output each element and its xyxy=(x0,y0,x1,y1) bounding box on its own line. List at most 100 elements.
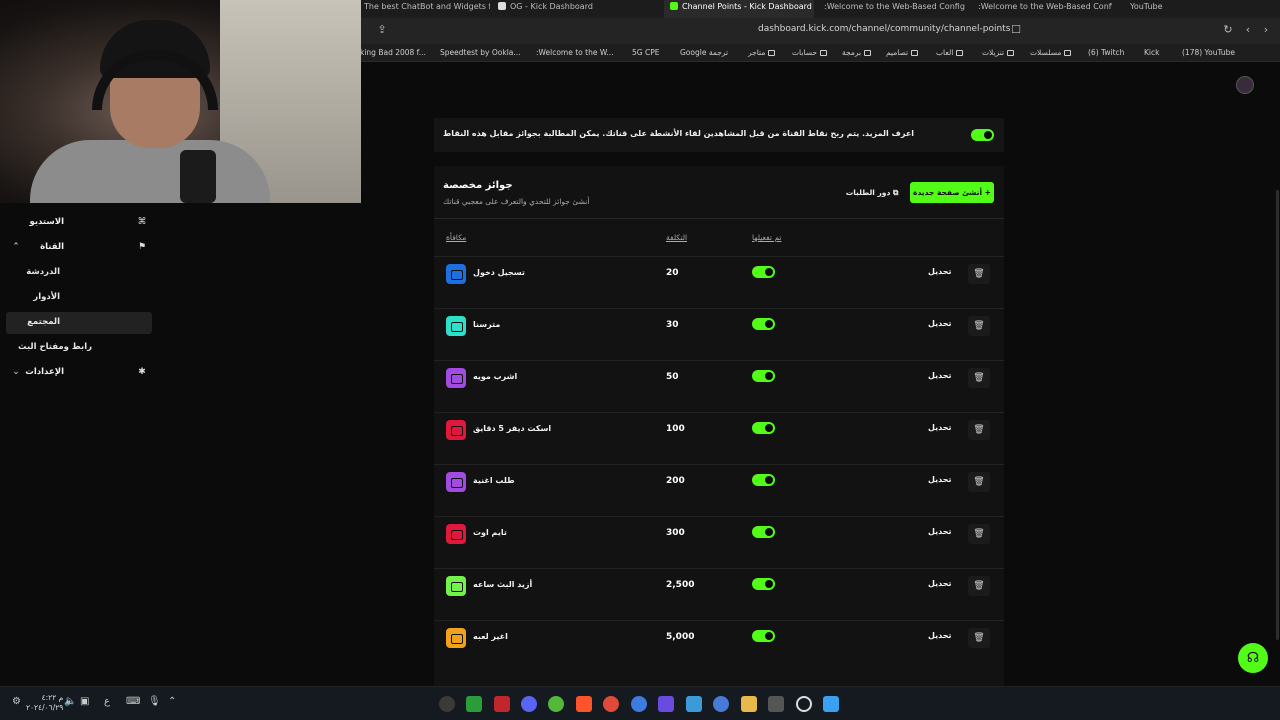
bookmark-item[interactable]: (6) Twitch xyxy=(1088,48,1124,57)
reward-enabled-toggle[interactable] xyxy=(752,630,775,642)
request-queue-button[interactable]: دور الطلبات ⧉ xyxy=(842,182,902,203)
reward-row: مترسنا 30 تحديل 🗑 xyxy=(434,308,1004,360)
bookmark-folder[interactable]: العاب xyxy=(936,48,964,57)
sidebar-item-channel[interactable]: ⚑ القناة ⌃ xyxy=(6,237,152,259)
bookmark-icon[interactable]: ☐ xyxy=(1010,24,1022,36)
reward-row: تسجيل دخول 20 تحديل 🗑 xyxy=(434,256,1004,308)
obs-icon[interactable] xyxy=(439,696,455,712)
chrome-profile-icon[interactable] xyxy=(631,696,647,712)
edit-reward-button[interactable]: تحديل xyxy=(928,371,952,380)
chrome-icon[interactable] xyxy=(603,696,619,712)
share-icon[interactable]: ⇪ xyxy=(376,24,388,36)
chat-app-icon[interactable] xyxy=(548,696,564,712)
microphone-icon[interactable]: 🎙 xyxy=(148,696,161,707)
file-explorer-icon[interactable] xyxy=(741,696,757,712)
webcam-microphone xyxy=(180,150,216,203)
trash-icon[interactable]: 🗑 xyxy=(968,420,990,440)
sidebar-item-settings[interactable]: ✱ الإعدادات ⌄ xyxy=(6,362,152,384)
brave-icon[interactable] xyxy=(576,696,592,712)
sidebar-item-studio[interactable]: ⌘ الاستديو xyxy=(6,212,152,234)
trash-icon[interactable]: 🗑 xyxy=(968,524,990,544)
tab-favicon-icon xyxy=(498,2,506,10)
bookmark-item[interactable]: Kick xyxy=(1144,48,1159,57)
discord-icon[interactable] xyxy=(521,696,537,712)
edit-reward-button[interactable]: تحديل xyxy=(928,631,952,640)
column-header-reward[interactable]: مكافأة xyxy=(446,233,466,242)
back-icon[interactable]: ‹ xyxy=(1242,24,1254,36)
reward-enabled-toggle[interactable] xyxy=(752,422,775,434)
tab-web-config-2[interactable]: :Welcome to the Web-Based Config xyxy=(976,0,1112,18)
tab-og-dashboard[interactable]: OG - Kick Dashboard xyxy=(492,0,642,18)
trash-icon[interactable]: 🗑 xyxy=(968,628,990,648)
task-view-icon[interactable] xyxy=(768,696,784,712)
trash-icon[interactable]: 🗑 xyxy=(968,368,990,388)
edit-reward-button[interactable]: تحديل xyxy=(928,423,952,432)
webcam-overlay xyxy=(0,0,361,203)
forward-icon[interactable]: › xyxy=(1260,24,1272,36)
bookmark-item[interactable]: :Welcome to the W... xyxy=(536,48,614,57)
bookmark-item[interactable]: Google ترجمة xyxy=(680,48,728,57)
sidebar-item-chat[interactable]: الدردشة xyxy=(6,262,152,284)
edit-reward-button[interactable]: تحديل xyxy=(928,319,952,328)
edit-reward-button[interactable]: تحديل xyxy=(928,527,952,536)
page-scrollbar[interactable] xyxy=(1276,190,1279,640)
reward-enabled-toggle[interactable] xyxy=(752,578,775,590)
sidebar-item-community[interactable]: المجتمع xyxy=(6,312,152,334)
sidebar-item-stream-key[interactable]: رابط ومفتاح البث xyxy=(6,337,152,359)
bookmark-folder[interactable]: مسلسلات xyxy=(1030,48,1072,57)
edit-reward-button[interactable]: تحديل xyxy=(928,475,952,484)
vs-icon[interactable] xyxy=(658,696,674,712)
trash-icon[interactable]: 🗑 xyxy=(968,264,990,284)
trash-icon[interactable]: 🗑 xyxy=(968,576,990,596)
taskbar-clock[interactable]: م ٤:٢٢ ٢٠٢٤/٠٦/٢٩ xyxy=(26,693,63,713)
support-chat-icon[interactable]: ☊ xyxy=(1238,643,1268,673)
tab-youtube[interactable]: YouTube xyxy=(1128,0,1228,18)
reload-icon[interactable]: ↻ xyxy=(1222,24,1234,36)
tab-channel-points[interactable]: Channel Points - Kick Dashboard xyxy=(664,0,814,18)
keyboard-icon[interactable]: ⌨ xyxy=(126,696,140,707)
url-field[interactable]: dashboard.kick.com/channel/community/cha… xyxy=(758,24,1010,34)
reward-name: طلب اغنية xyxy=(473,476,515,485)
reward-tile-icon xyxy=(446,316,466,336)
reward-enabled-toggle[interactable] xyxy=(752,370,775,382)
tab-chatbot[interactable]: The best ChatBot and Widgets for Ki xyxy=(362,0,490,18)
reward-tile-icon xyxy=(446,264,466,284)
edit-reward-button[interactable]: تحديل xyxy=(928,267,952,276)
netflix-icon[interactable] xyxy=(494,696,510,712)
reward-enabled-toggle[interactable] xyxy=(752,266,775,278)
windows-start-icon[interactable] xyxy=(823,696,839,712)
create-reward-button[interactable]: أنشئ صفحة جديدة + xyxy=(910,182,994,203)
bookmark-folder[interactable]: برمجة xyxy=(842,48,872,57)
reward-enabled-toggle[interactable] xyxy=(752,526,775,538)
channel-points-toggle[interactable] xyxy=(971,129,994,141)
chevron-up-icon[interactable]: ⌃ xyxy=(10,242,22,252)
language-icon[interactable]: ع xyxy=(104,696,110,707)
reward-enabled-toggle[interactable] xyxy=(752,318,775,330)
reward-enabled-toggle[interactable] xyxy=(752,474,775,486)
play-app-icon[interactable] xyxy=(466,696,482,712)
edge-icon[interactable] xyxy=(713,696,729,712)
chevron-down-icon[interactable]: ⌄ xyxy=(10,367,22,377)
user-avatar[interactable] xyxy=(1236,76,1254,94)
reward-cost: 200 xyxy=(666,476,685,486)
bookmark-folder[interactable]: حسابات xyxy=(792,48,828,57)
bookmark-item[interactable]: king Bad 2008 f... xyxy=(360,48,426,57)
trash-icon[interactable]: 🗑 xyxy=(968,316,990,336)
edit-reward-button[interactable]: تحديل xyxy=(928,579,952,588)
bookmark-folder[interactable]: تنزيلات xyxy=(982,48,1015,57)
tray-overflow-icon[interactable]: ⌃ xyxy=(168,696,176,707)
network-icon[interactable]: ▣ xyxy=(80,696,89,707)
app-icon[interactable] xyxy=(686,696,702,712)
volume-icon[interactable]: 🔈 xyxy=(64,696,76,707)
bookmark-item[interactable]: (178) YouTube xyxy=(1182,48,1235,57)
sidebar-item-roles[interactable]: الأدوار xyxy=(6,287,152,309)
bookmark-folder[interactable]: تصاميم xyxy=(886,48,919,57)
bookmark-item[interactable]: Speedtest by Ookla... xyxy=(440,48,521,57)
tab-web-config-1[interactable]: :Welcome to the Web-Based Config xyxy=(822,0,968,18)
trash-icon[interactable]: 🗑 xyxy=(968,472,990,492)
bookmark-item[interactable]: 5G CPE xyxy=(632,48,659,57)
bookmark-folder[interactable]: متاجر xyxy=(748,48,776,57)
column-header-cost[interactable]: التكلفة xyxy=(666,233,687,242)
search-icon[interactable] xyxy=(796,696,812,712)
settings-tray-icon[interactable]: ⚙ xyxy=(12,696,21,707)
